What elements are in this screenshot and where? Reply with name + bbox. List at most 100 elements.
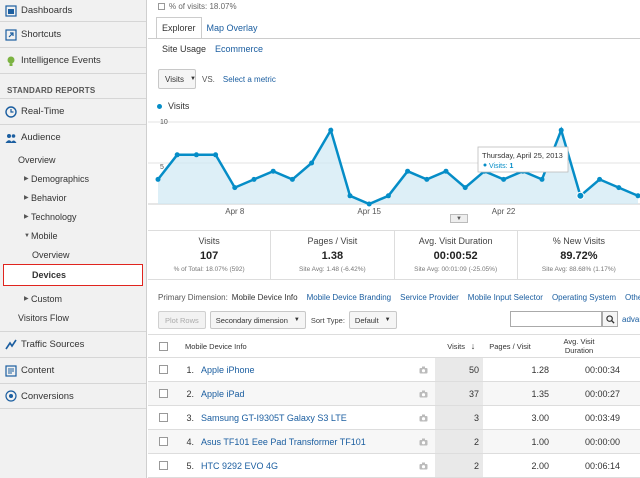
row-checkbox[interactable]	[159, 437, 168, 446]
dimension-other-dropdown[interactable]: Other▼	[625, 293, 640, 302]
tooltip-dot-icon	[483, 163, 487, 167]
data-point[interactable]	[328, 127, 334, 133]
header-visits[interactable]: Visits	[418, 342, 465, 351]
nav-conversions-label: Conversions	[21, 390, 74, 402]
tab-map-overlay[interactable]: Map Overlay	[202, 17, 263, 39]
shortcut-icon	[5, 28, 17, 41]
row-checkbox[interactable]	[159, 365, 168, 374]
row-checkbox[interactable]	[159, 389, 168, 398]
nav-mobile[interactable]: ▼ Mobile	[0, 226, 146, 245]
nav-technology[interactable]: ▶ Technology	[0, 207, 146, 226]
data-point[interactable]	[174, 152, 180, 158]
devices-table: Mobile Device Info Visits ↓ Pages / Visi…	[148, 334, 640, 478]
data-point[interactable]	[155, 176, 161, 182]
explorer-subtabs: Site Usage Ecommerce	[162, 44, 272, 54]
data-point[interactable]	[539, 176, 545, 182]
row-device-link[interactable]: Apple iPhone	[201, 365, 419, 375]
sort-desc-arrow-icon[interactable]: ↓	[465, 341, 481, 351]
header-pages-per-visit[interactable]: Pages / Visit	[481, 342, 539, 351]
nav-audience[interactable]: Audience	[0, 124, 146, 150]
chart-scroll-handle[interactable]: ▼	[450, 214, 468, 223]
segment-checkbox[interactable]	[158, 2, 165, 10]
nav-content[interactable]: Content	[0, 357, 146, 383]
nav-intelligence-events[interactable]: Intelligence Events	[0, 48, 146, 74]
vs-label: VS.	[202, 74, 215, 84]
data-point[interactable]	[251, 176, 257, 182]
data-point[interactable]	[558, 127, 564, 133]
camera-icon[interactable]	[419, 462, 429, 470]
header-avg-visit-duration[interactable]: Avg. Visit Duration	[539, 337, 619, 355]
data-point[interactable]	[597, 176, 603, 182]
nav-custom[interactable]: ▶ Custom	[0, 289, 146, 308]
data-point[interactable]	[443, 168, 449, 174]
data-point[interactable]	[501, 176, 507, 182]
nav-conversions[interactable]: Conversions	[0, 383, 146, 409]
nav-behavior[interactable]: ▶ Behavior	[0, 188, 146, 207]
data-point[interactable]	[462, 185, 468, 191]
metric-selector-row: Visits ▼ VS. Select a metric	[158, 69, 276, 89]
data-point[interactable]	[193, 152, 199, 158]
camera-icon[interactable]	[419, 366, 429, 374]
nav-shortcuts[interactable]: Shortcuts	[0, 22, 146, 48]
camera-icon[interactable]	[419, 390, 429, 398]
nav-devices[interactable]: Devices	[3, 264, 143, 286]
header-device[interactable]: Mobile Device Info	[185, 342, 418, 351]
nav-visitors-flow[interactable]: Visitors Flow	[0, 308, 146, 327]
nav-audience-overview[interactable]: Overview	[0, 150, 146, 169]
nav-mobile-overview[interactable]: Overview	[0, 245, 146, 264]
data-point[interactable]	[424, 176, 430, 182]
advanced-filter-link[interactable]: advanced	[622, 315, 640, 324]
data-point[interactable]	[309, 160, 315, 166]
secondary-dimension-dropdown[interactable]: Secondary dimension ▼	[209, 311, 306, 329]
row-device-link[interactable]: Asus TF101 Eee Pad Transformer TF101	[201, 437, 419, 447]
nav-realtime[interactable]: Real-Time	[0, 98, 146, 124]
table-search-input[interactable]	[510, 311, 602, 327]
data-point[interactable]	[213, 152, 219, 158]
plot-rows-button[interactable]: Plot Rows	[158, 311, 206, 329]
data-point[interactable]	[347, 193, 353, 199]
nav-traffic-sources[interactable]: Traffic Sources	[0, 331, 146, 357]
row-device-link[interactable]: HTC 9292 EVO 4G	[201, 461, 419, 471]
standard-reports-title: STANDARD REPORTS	[7, 86, 96, 95]
secondary-dimension-label: Secondary dimension	[215, 315, 288, 325]
nav-dashboards[interactable]: Dashboards	[0, 0, 146, 22]
stat-value: 1.38	[321, 250, 344, 262]
report-tabs: Explorer Map Overlay	[156, 17, 263, 39]
search-button[interactable]	[602, 311, 618, 327]
data-point[interactable]	[576, 191, 585, 200]
nav-shortcuts-label: Shortcuts	[21, 29, 62, 40]
subtab-site-usage[interactable]: Site Usage	[162, 44, 206, 54]
dimension-service-provider[interactable]: Service Provider	[400, 293, 459, 302]
main-panel: % of visits: 18.07% Explorer Map Overlay…	[148, 0, 640, 478]
data-point[interactable]	[289, 176, 295, 182]
row-device-link[interactable]: Apple iPad	[201, 389, 419, 399]
stat-title: Pages / Visit	[307, 236, 358, 246]
row-device-link[interactable]: Samsung GT-I9305T Galaxy S3 LTE	[201, 413, 419, 423]
sort-type-dropdown[interactable]: Default ▼	[348, 311, 397, 329]
select-metric-link[interactable]: Select a metric	[223, 75, 276, 84]
dimension-mobile-device-branding[interactable]: Mobile Device Branding	[307, 293, 392, 302]
nav-demographics[interactable]: ▶ Demographics	[0, 169, 146, 188]
camera-icon[interactable]	[419, 438, 429, 446]
visits-chart[interactable]: 10 5 Apr 8 Apr 15 Apr 22 Thursday, April…	[148, 112, 640, 224]
select-all-checkbox[interactable]	[159, 341, 168, 351]
primary-dimension-row: Primary Dimension: Mobile Device Info Mo…	[158, 293, 640, 302]
data-point[interactable]	[232, 185, 238, 191]
x-axis-ticks: Apr 8 Apr 15 Apr 22	[225, 207, 516, 216]
data-point[interactable]	[405, 168, 411, 174]
data-point[interactable]	[366, 201, 372, 207]
subtab-ecommerce[interactable]: Ecommerce	[215, 44, 263, 54]
data-point[interactable]	[270, 168, 276, 174]
metric-dropdown[interactable]: Visits ▼	[158, 69, 196, 89]
camera-icon[interactable]	[419, 414, 429, 422]
nav-audience-label: Audience	[21, 132, 61, 143]
row-checkbox[interactable]	[159, 461, 168, 470]
stat-sub: Site Avg: 1.48 (-6.42%)	[299, 266, 366, 273]
dimension-mobile-input-selector[interactable]: Mobile Input Selector	[468, 293, 543, 302]
dimension-operating-system[interactable]: Operating System	[552, 293, 616, 302]
data-point[interactable]	[616, 185, 622, 191]
data-point[interactable]	[385, 193, 391, 199]
row-checkbox[interactable]	[159, 413, 168, 422]
tab-explorer[interactable]: Explorer	[156, 17, 202, 39]
dimension-mobile-device-info[interactable]: Mobile Device Info	[232, 293, 298, 302]
